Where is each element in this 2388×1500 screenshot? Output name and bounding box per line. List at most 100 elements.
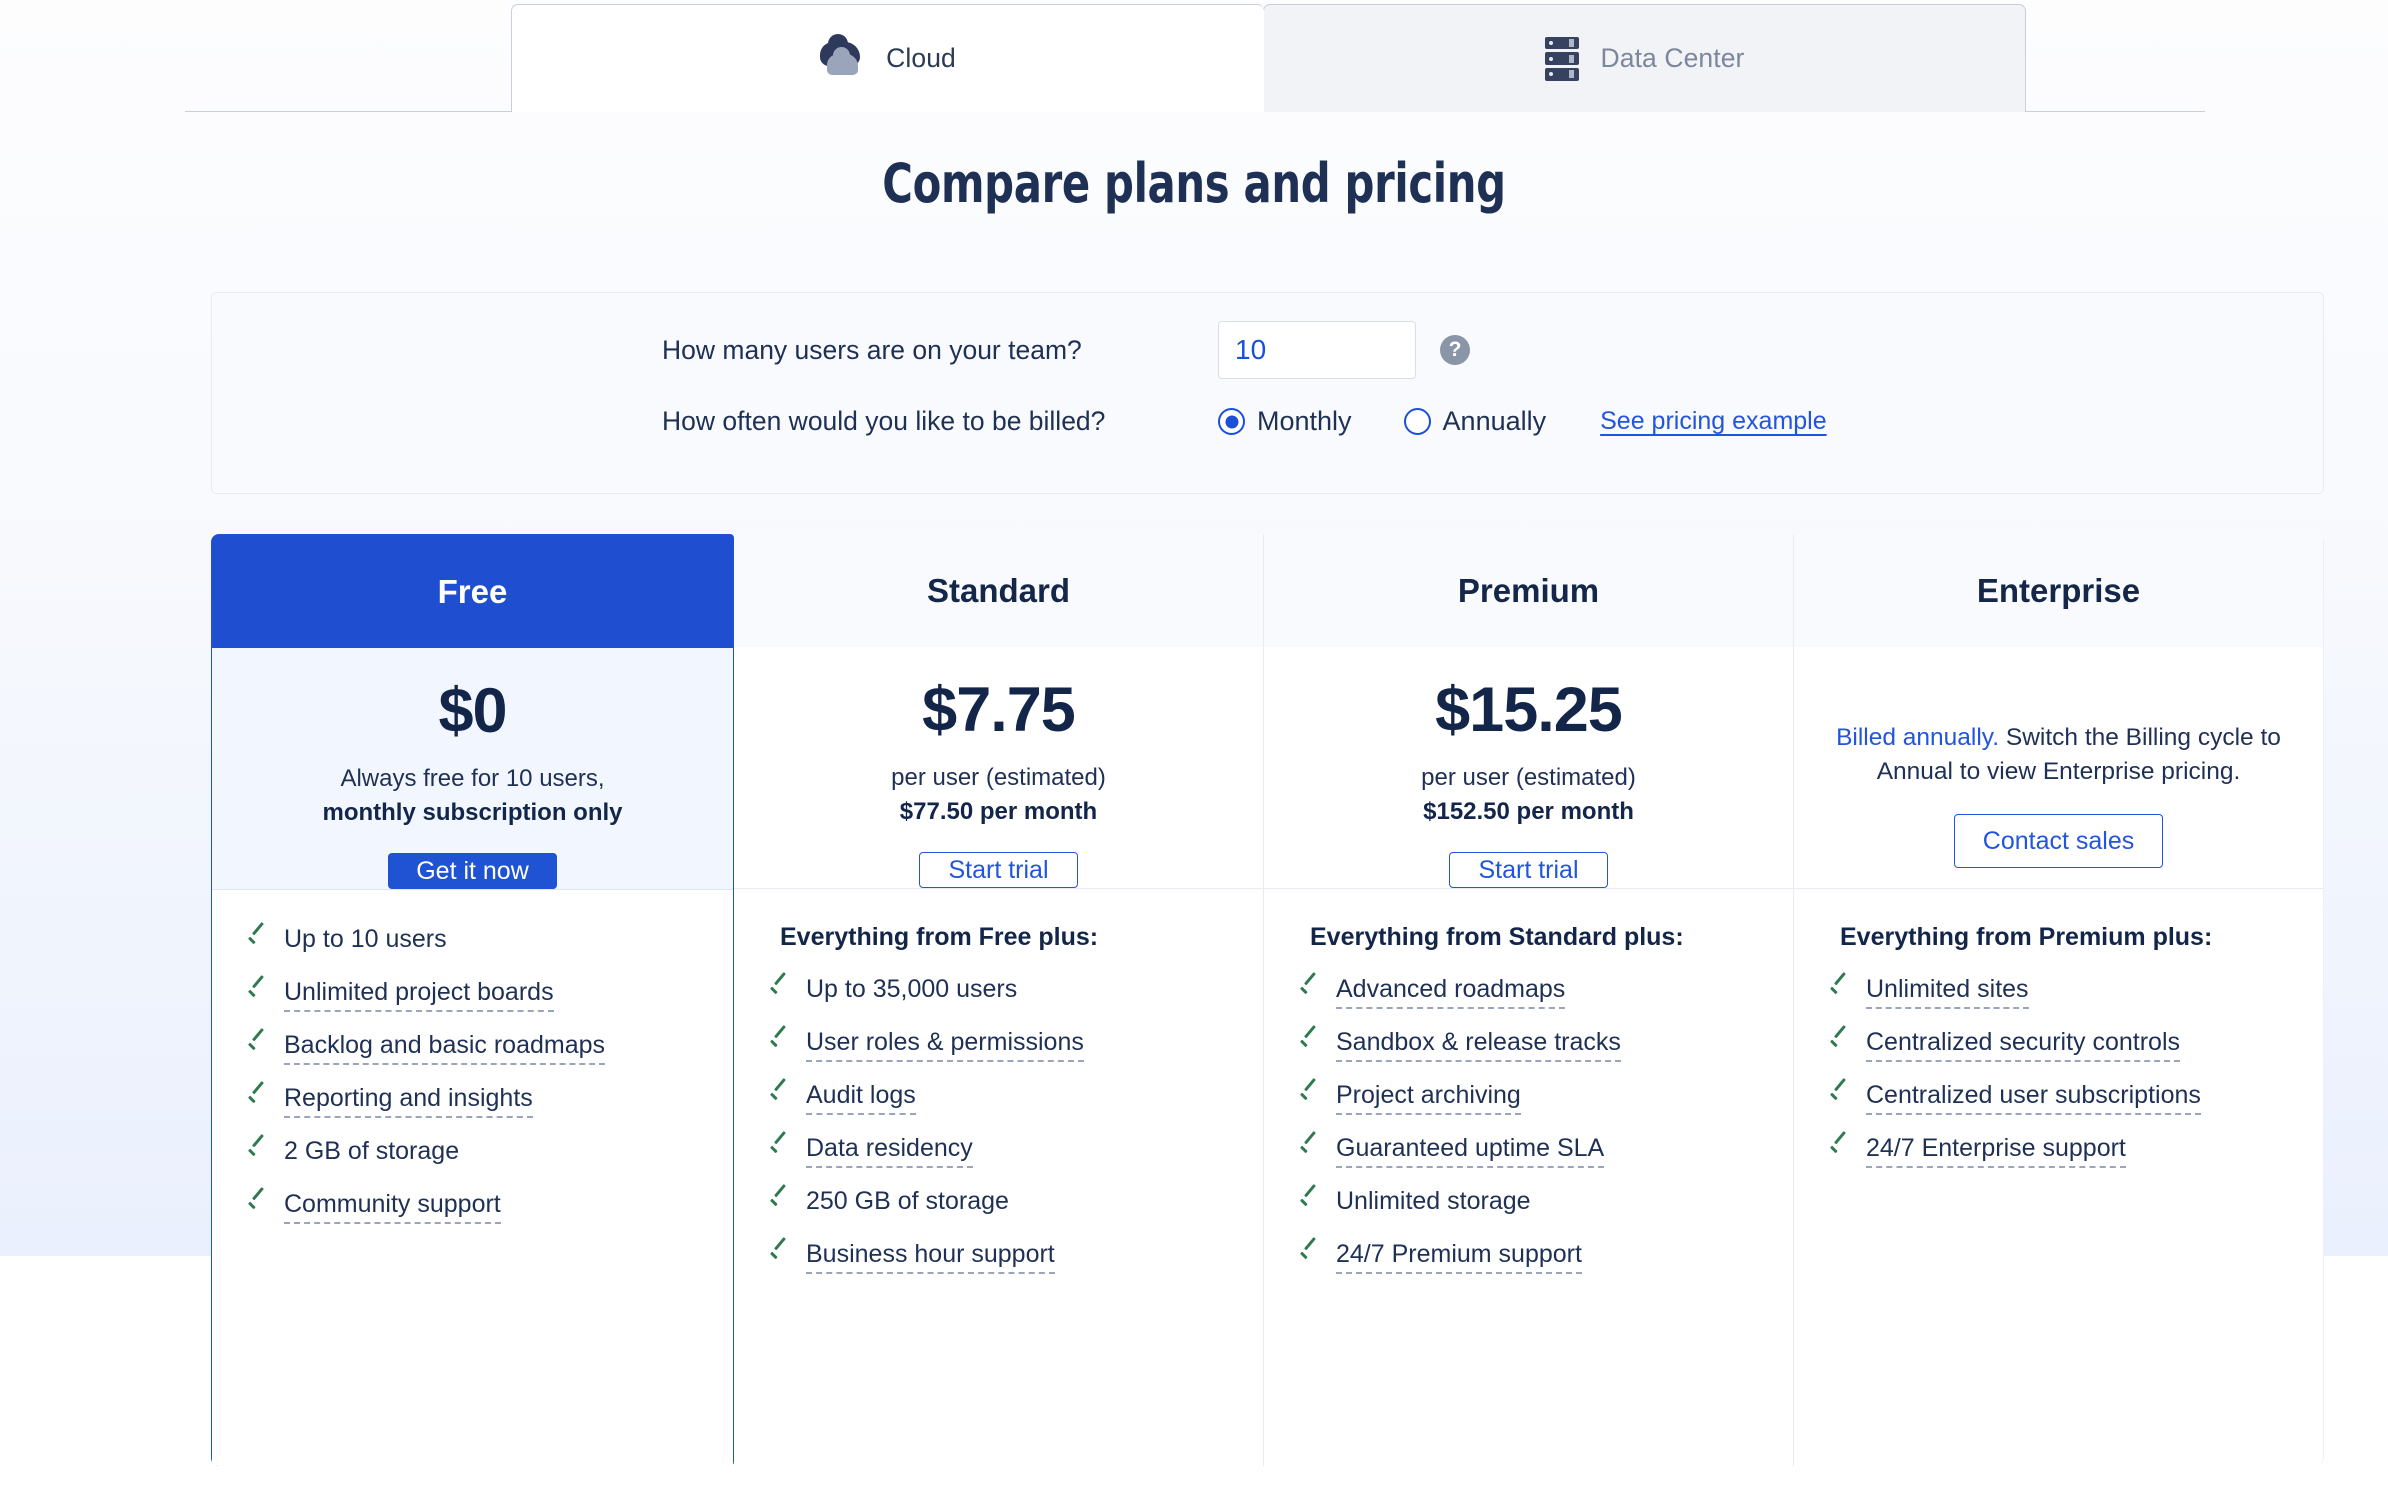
plan-name-premium: Premium <box>1457 571 1600 609</box>
plan-column-premium: Premium $15.25 per user (estimated) $152… <box>1264 534 1794 1466</box>
plan-comparison-table: Free $0 Always free for 10 users, monthl… <box>211 534 2324 1466</box>
feature-item: Reporting and insights <box>212 1083 733 1136</box>
check-icon <box>246 983 268 1005</box>
feature-item: Data residency <box>734 1133 1263 1186</box>
tab-cloud-label: Cloud <box>886 43 956 73</box>
check-icon <box>246 1089 268 1111</box>
tab-cloud[interactable]: Cloud <box>511 4 1264 112</box>
help-icon[interactable]: ? <box>1440 335 1470 365</box>
plan-column-free: Free $0 Always free for 10 users, monthl… <box>211 534 734 1466</box>
feature-label[interactable]: Data residency <box>806 1133 973 1168</box>
plan-price-note-premium-1: per user (estimated) <box>1421 764 1636 791</box>
feature-label: 250 GB of storage <box>806 1187 1009 1215</box>
users-question-row: How many users are on your team? ? <box>662 321 1470 379</box>
billing-option-annually-label: Annually <box>1442 406 1547 436</box>
feature-label[interactable]: Project archiving <box>1336 1080 1521 1115</box>
plan-name-standard: Standard <box>926 571 1071 609</box>
feature-label[interactable]: Backlog and basic roadmaps <box>284 1030 606 1065</box>
users-count-input[interactable] <box>1218 321 1416 379</box>
cloud-icon <box>820 33 864 76</box>
feature-item: Audit logs <box>734 1080 1263 1133</box>
plan-price-block-enterprise: Billed annually. Switch the Billing cycl… <box>1794 647 2323 888</box>
billing-question-row: How often would you like to be billed? M… <box>662 406 1827 437</box>
feature-heading-enterprise: Everything from Premium plus: <box>1840 923 2213 951</box>
feature-label[interactable]: Advanced roadmaps <box>1336 974 1566 1009</box>
feature-item: Community support <box>212 1189 733 1242</box>
check-icon <box>1828 1033 1850 1055</box>
feature-item: Unlimited storage <box>1264 1186 1793 1239</box>
enterprise-billing-note-highlight: Billed annually. <box>1836 724 2000 751</box>
feature-label[interactable]: 24/7 Premium support <box>1336 1239 1582 1274</box>
feature-item: Unlimited project boards <box>212 977 733 1030</box>
tab-data-center[interactable]: Data Center <box>1263 4 2026 112</box>
feature-label[interactable]: Unlimited project boards <box>284 977 554 1012</box>
plan-name-enterprise: Enterprise <box>1976 571 2141 609</box>
feature-label[interactable]: Reporting and insights <box>284 1083 533 1118</box>
feature-item: Up to 10 users <box>212 924 733 977</box>
check-icon <box>246 930 268 952</box>
feature-heading-premium: Everything from Standard plus: <box>1310 923 1684 951</box>
feature-item: Unlimited sites <box>1794 974 2323 1027</box>
feature-label[interactable]: Guaranteed uptime SLA <box>1336 1133 1605 1168</box>
feature-label[interactable]: User roles & permissions <box>806 1027 1084 1062</box>
feature-label[interactable]: Audit logs <box>806 1080 916 1115</box>
start-trial-standard-button[interactable]: Start trial <box>919 852 1078 888</box>
see-pricing-example-link[interactable]: See pricing example <box>1600 407 1827 436</box>
feature-label[interactable]: Sandbox & release tracks <box>1336 1027 1621 1062</box>
check-icon <box>1298 1245 1320 1267</box>
plan-features-free: Up to 10 users Unlimited project boards … <box>212 889 733 1466</box>
get-it-now-button[interactable]: Get it now <box>388 853 557 889</box>
feature-label: 2 GB of storage <box>284 1137 460 1165</box>
check-icon <box>1298 980 1320 1002</box>
start-trial-premium-button[interactable]: Start trial <box>1449 852 1608 888</box>
feature-item: Business hour support <box>734 1239 1263 1292</box>
plan-price-note-premium-2: $152.50 per month <box>1423 798 1634 825</box>
feature-item: Advanced roadmaps <box>1264 974 1793 1027</box>
check-icon <box>768 1192 790 1214</box>
feature-item: Centralized user subscriptions <box>1794 1080 2323 1133</box>
check-icon <box>246 1036 268 1058</box>
check-icon <box>1298 1139 1320 1161</box>
feature-label[interactable]: Centralized security controls <box>1866 1027 2181 1062</box>
feature-item: 24/7 Premium support <box>1264 1239 1793 1292</box>
tab-data-center-label: Data Center <box>1600 43 1745 73</box>
plan-features-enterprise: Everything from Premium plus: Unlimited … <box>1794 888 2323 1466</box>
pricing-calculator-panel: How many users are on your team? ? How o… <box>211 292 2324 494</box>
check-icon <box>768 1139 790 1161</box>
server-rack-icon <box>1544 36 1579 81</box>
users-question-label: How many users are on your team? <box>662 334 1082 365</box>
check-icon <box>768 980 790 1002</box>
check-icon <box>246 1142 268 1164</box>
deployment-tab-bar: Cloud Data Center <box>0 0 2388 113</box>
plan-features-premium: Everything from Standard plus: Advanced … <box>1264 888 1793 1466</box>
radio-annually-icon[interactable] <box>1403 408 1431 435</box>
feature-heading-standard: Everything from Free plus: <box>780 923 1099 951</box>
plan-price-block-standard: $7.75 per user (estimated) $77.50 per mo… <box>734 647 1263 888</box>
feature-label[interactable]: Centralized user subscriptions <box>1866 1080 2201 1115</box>
feature-label[interactable]: Community support <box>284 1189 501 1224</box>
check-icon <box>1298 1086 1320 1108</box>
radio-monthly-icon[interactable] <box>1218 408 1245 435</box>
plan-price-note-free-1: Always free for 10 users, <box>340 765 605 792</box>
plan-price-note-standard-2: $77.50 per month <box>899 798 1098 825</box>
feature-item: Guaranteed uptime SLA <box>1264 1133 1793 1186</box>
plan-features-standard: Everything from Free plus: Up to 35,000 … <box>734 888 1263 1466</box>
plan-price-standard: $7.75 <box>922 675 1076 745</box>
feature-label: Up to 35,000 users <box>806 975 1018 1003</box>
plan-price-premium: $15.25 <box>1435 675 1623 745</box>
feature-item: 24/7 Enterprise support <box>1794 1133 2323 1186</box>
check-icon <box>1828 1086 1850 1108</box>
check-icon <box>1298 1033 1320 1055</box>
check-icon <box>768 1086 790 1108</box>
feature-item: 2 GB of storage <box>212 1136 733 1189</box>
check-icon <box>768 1033 790 1055</box>
feature-label[interactable]: Business hour support <box>806 1239 1055 1274</box>
feature-label[interactable]: Unlimited sites <box>1866 974 2029 1009</box>
feature-label[interactable]: 24/7 Enterprise support <box>1866 1133 2126 1168</box>
contact-sales-button[interactable]: Contact sales <box>1953 814 2164 869</box>
billing-option-annually[interactable]: Annually <box>1403 406 1547 437</box>
plan-name-free: Free <box>437 572 508 610</box>
feature-item: Centralized security controls <box>1794 1027 2323 1080</box>
billing-option-monthly[interactable]: Monthly <box>1218 406 1352 437</box>
plan-price-note-free-2: monthly subscription only <box>322 799 623 826</box>
